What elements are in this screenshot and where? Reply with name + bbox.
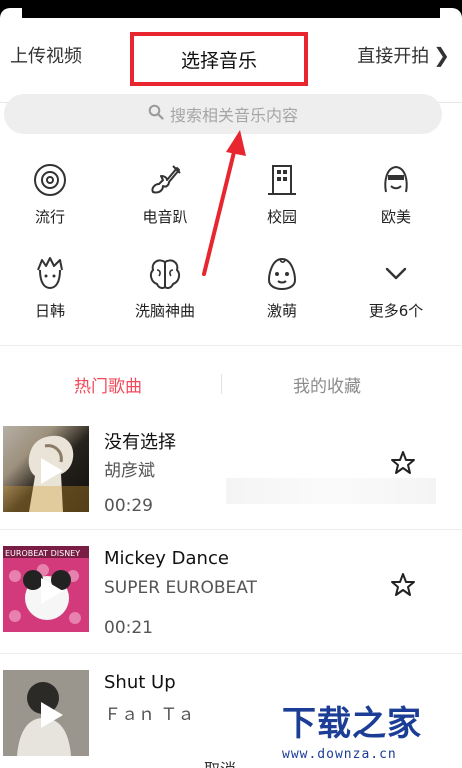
school-building-icon — [264, 162, 300, 198]
search-placeholder: 搜索相关音乐内容 — [169, 106, 298, 125]
album-cover[interactable]: EUROBEAT DISNEY — [3, 546, 89, 632]
tab-hot-songs[interactable]: 热门歌曲 — [74, 372, 142, 397]
category-pop[interactable]: 流行 — [0, 162, 100, 227]
western-face-icon — [378, 162, 414, 198]
music-tabs: 热门歌曲 我的收藏 — [0, 360, 462, 406]
album-cover[interactable] — [3, 426, 89, 512]
song-duration: 00:29 — [104, 496, 153, 516]
category-label: 洗脑神曲 — [134, 302, 195, 320]
category-label: 校园 — [266, 208, 297, 226]
song-title: Mickey Dance — [104, 548, 229, 569]
category-label: 激萌 — [266, 302, 297, 320]
top-header: 上传视频 选择音乐 直接开拍 ❯ — [0, 18, 462, 103]
category-campus[interactable]: 校园 — [232, 162, 332, 227]
category-more[interactable]: 更多6个 — [346, 256, 446, 321]
play-icon[interactable] — [41, 578, 63, 604]
tab-upload-video[interactable]: 上传视频 — [10, 42, 82, 68]
section-divider — [0, 345, 462, 346]
category-label: 电音趴 — [142, 208, 188, 226]
search-input[interactable]: 搜索相关音乐内容 — [4, 94, 442, 134]
category-jpkr[interactable]: 日韩 — [0, 256, 100, 321]
tab-shoot-directly[interactable]: 直接开拍 ❯ — [357, 42, 450, 68]
song-duration: 00:21 — [104, 618, 153, 638]
search-icon — [148, 104, 164, 124]
star-icon[interactable] — [390, 572, 416, 598]
tab-my-favorites[interactable]: 我的收藏 — [293, 372, 361, 397]
watermark-brand: 下载之家 — [282, 704, 422, 744]
cancel-button[interactable]: 取消 — [204, 756, 236, 768]
watermark-url: www.downza.cn — [282, 747, 397, 762]
song-artist: Ｆａｎ Ｔａ — [104, 705, 195, 725]
song-title: 没有选择 — [104, 432, 176, 453]
status-bar — [0, 0, 462, 18]
tab-separator — [221, 374, 222, 394]
category-label: 欧美 — [380, 208, 411, 226]
row-divider — [0, 653, 462, 654]
cute-egg-face-icon — [264, 256, 300, 292]
star-icon[interactable] — [390, 450, 416, 476]
play-icon[interactable] — [41, 458, 63, 484]
song-artist: 胡彦斌 — [104, 461, 155, 481]
album-cover[interactable] — [3, 670, 89, 756]
brain-icon — [147, 256, 183, 292]
play-icon[interactable] — [41, 702, 63, 728]
cover-text: EUROBEAT DISNEY — [5, 549, 80, 558]
song-row[interactable]: EUROBEAT DISNEY Mickey Dance SUPER EUROB… — [0, 540, 462, 656]
select-music-title: 选择音乐 — [130, 32, 308, 86]
shoot-directly-label: 直接开拍 — [357, 46, 430, 67]
song-title: Shut Up — [104, 672, 176, 693]
chevron-down-icon — [378, 256, 414, 292]
blurred-region — [226, 478, 436, 504]
watermark: 下载之家 www.downza.cn — [282, 696, 462, 768]
category-label: 更多6个 — [368, 302, 424, 320]
category-edm[interactable]: 电音趴 — [115, 162, 215, 227]
vinyl-disc-icon — [32, 162, 68, 198]
category-cute[interactable]: 激萌 — [232, 256, 332, 321]
row-divider — [0, 529, 462, 530]
category-catchy[interactable]: 洗脑神曲 — [115, 256, 215, 321]
chevron-right-icon: ❯ — [433, 43, 450, 67]
category-label: 流行 — [34, 208, 65, 226]
category-label: 日韩 — [34, 302, 65, 320]
song-artist: SUPER EUROBEAT — [104, 578, 257, 598]
electric-guitar-icon — [147, 162, 183, 198]
category-western[interactable]: 欧美 — [346, 162, 446, 227]
spiky-hair-face-icon — [32, 256, 68, 292]
